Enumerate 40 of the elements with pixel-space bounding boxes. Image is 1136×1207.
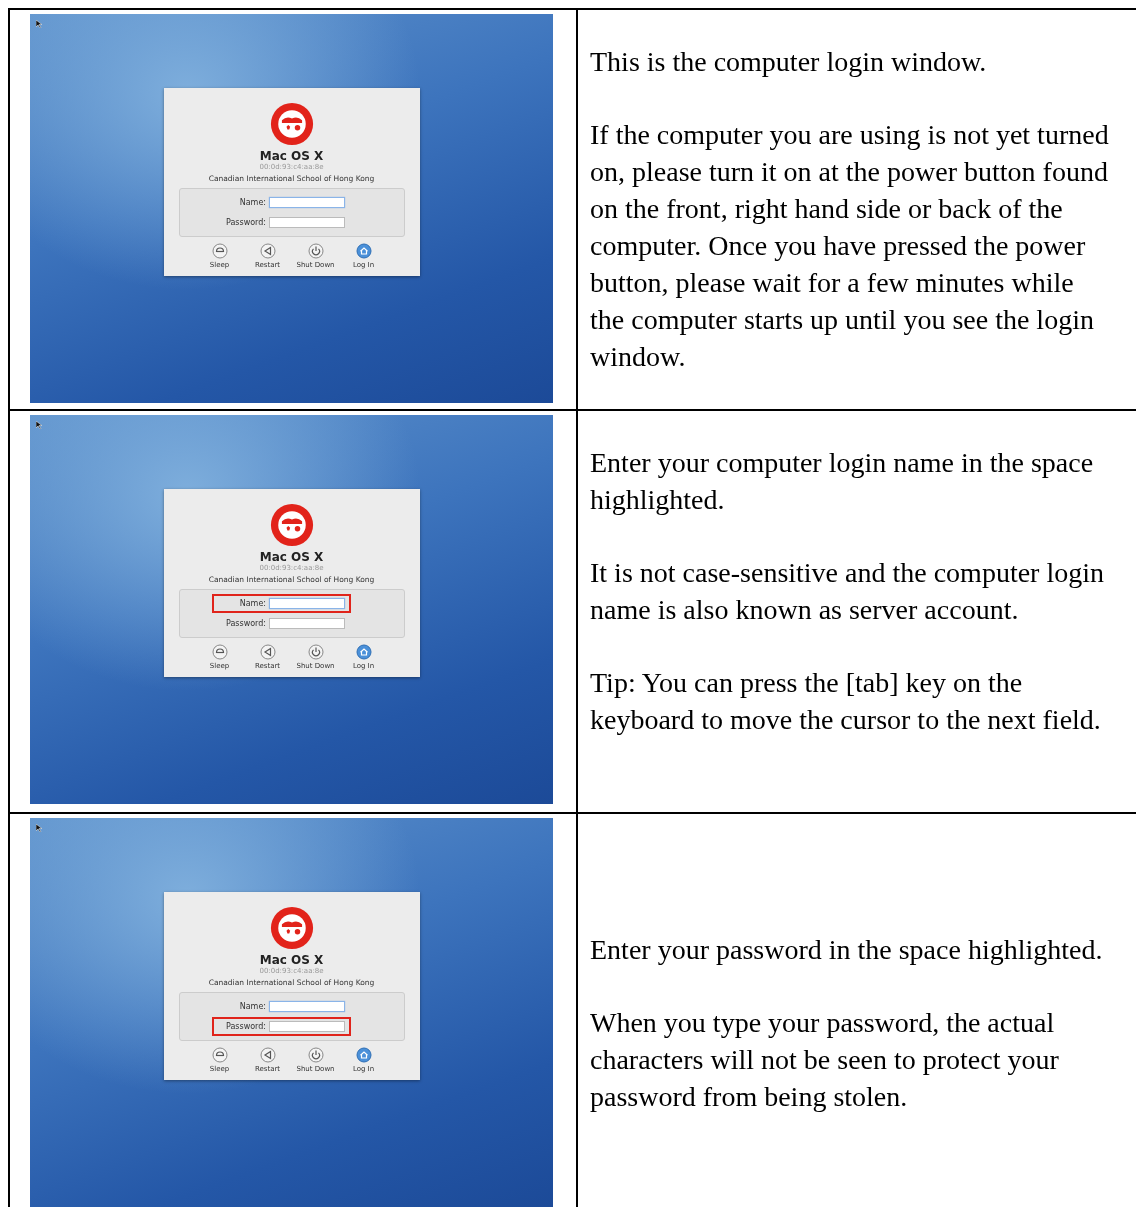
sleep-icon <box>211 644 228 660</box>
instruction-text: Tip: You can press the [tab] key on the keyboard to move the cursor to the next field. <box>590 666 1102 737</box>
restart-icon <box>259 644 276 660</box>
school-emblem-icon <box>269 906 314 950</box>
instruction-text: Enter your computer login name in the space highlighted. <box>590 446 1095 517</box>
home-icon <box>355 644 372 660</box>
text-field[interactable] <box>269 598 345 609</box>
mouse-pointer-icon <box>36 824 42 832</box>
sleep-icon <box>211 243 228 259</box>
instruction-text: When you type your password, the actual characters will not be seen to protect your password from being stolen. <box>590 1006 1060 1114</box>
field-label: Password: <box>224 618 266 629</box>
home-icon <box>355 243 372 259</box>
mouse-pointer-icon <box>36 20 42 28</box>
field-label: Password: <box>224 1021 266 1032</box>
instruction-text: If the computer you are using is not yet turned on, please turn it on at the power button found on the front, right hand side or back of the computer. Once you have pressed the power button, please wait for a few minutes while the computer starts up until you see the login window. <box>590 118 1110 374</box>
window-title: Mac OS X <box>259 550 324 564</box>
instruction-text: Enter your password in the space highlighted. <box>590 933 1104 967</box>
text-field[interactable] <box>269 217 345 228</box>
instruction-text: It is not case-sensitive and the computer login name is also known as server account. <box>590 556 1105 627</box>
window-title: Mac OS X <box>259 953 324 967</box>
school-emblem-icon <box>269 102 314 146</box>
mouse-pointer-icon <box>36 421 42 429</box>
restart-icon <box>259 243 276 259</box>
field-label: Name: <box>238 598 266 609</box>
instruction-text: This is the computer login window. <box>590 45 988 79</box>
text-field[interactable] <box>269 618 345 629</box>
window-title: Mac OS X <box>259 149 324 163</box>
text-field[interactable] <box>269 197 345 208</box>
home-icon <box>355 1047 372 1063</box>
power-icon <box>307 644 324 660</box>
restart-icon <box>259 1047 276 1063</box>
field-label: Name: <box>238 197 266 208</box>
power-icon <box>307 243 324 259</box>
text-field[interactable] <box>269 1001 345 1012</box>
text-field[interactable] <box>269 1021 345 1032</box>
field-label: Name: <box>238 1001 266 1012</box>
power-icon <box>307 1047 324 1063</box>
school-emblem-icon <box>269 503 314 547</box>
field-label: Password: <box>224 217 266 228</box>
sleep-icon <box>211 1047 228 1063</box>
